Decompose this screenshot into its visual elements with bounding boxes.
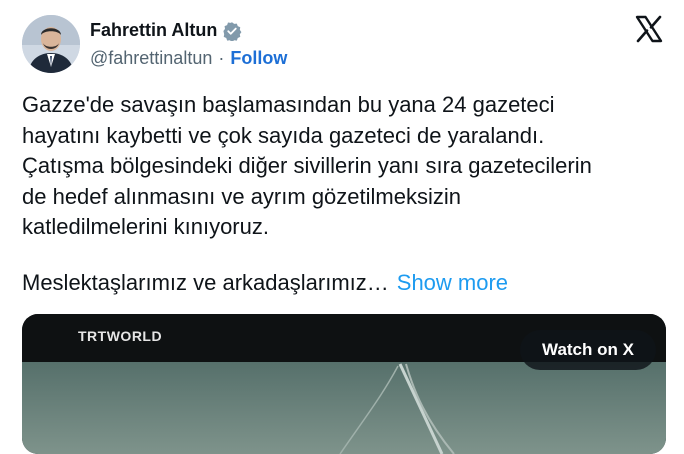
avatar[interactable] bbox=[22, 15, 80, 73]
separator-dot: · bbox=[218, 48, 225, 68]
author-name[interactable]: Fahrettin Altun bbox=[90, 20, 217, 41]
watch-on-x-button[interactable]: Watch on X bbox=[520, 330, 656, 370]
x-logo-icon[interactable] bbox=[634, 14, 664, 44]
media-video[interactable]: TRTWORLD Watch on X bbox=[22, 314, 666, 454]
media-brand-logo: TRTWORLD bbox=[78, 328, 163, 344]
verified-badge-icon bbox=[223, 21, 242, 41]
tweet-text: Gazze'de savaşın başlamasından bu yana 2… bbox=[22, 92, 592, 240]
tweet-truncated-line: Meslektaşlarımız ve arkadaşlarımız… Show … bbox=[22, 270, 508, 296]
author-name-row: Fahrettin Altun bbox=[90, 20, 242, 41]
show-more-link[interactable]: Show more bbox=[397, 270, 508, 295]
tweet-truncated-text: Meslektaşlarımız ve arkadaşlarımız… bbox=[22, 270, 389, 295]
author-handle-row: @fahrettinaltun · Follow bbox=[90, 48, 287, 69]
follow-button[interactable]: Follow bbox=[230, 48, 287, 69]
author-handle[interactable]: @fahrettinaltun bbox=[90, 48, 212, 69]
media-scene bbox=[22, 362, 666, 454]
